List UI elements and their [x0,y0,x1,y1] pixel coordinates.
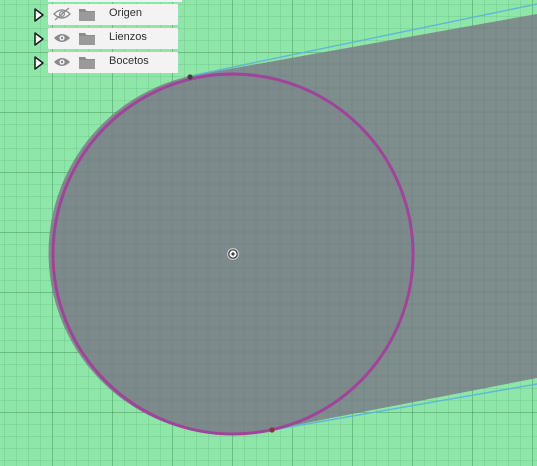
browser-node-label: Bocetos [109,55,149,67]
folder-icon [79,33,95,45]
browser-node-lienzos[interactable]: Lienzos [28,28,188,49]
folder-icon [79,57,95,69]
expand-triangle-icon[interactable] [32,31,46,47]
expand-triangle-icon[interactable] [32,7,46,23]
browser-node-origen[interactable]: Origen [28,4,188,25]
browser-node-pill[interactable]: Origen [48,4,178,25]
browser-node-pill[interactable]: Bocetos [48,52,178,73]
expand-triangle-icon[interactable] [32,55,46,71]
tangent-point-top[interactable] [187,74,193,80]
center-point-icon[interactable] [227,248,239,260]
browser-node-pill[interactable]: Lienzos [48,28,178,49]
eye-hidden-icon[interactable] [53,7,71,21]
browser-top-edge [48,0,182,2]
eye-icon[interactable] [53,31,71,45]
browser-node-label: Lienzos [109,31,147,43]
browser-node-bocetos[interactable]: Bocetos [28,52,188,73]
folder-icon [79,9,95,21]
browser-node-label: Origen [109,7,143,19]
tangent-point-bottom[interactable] [269,427,275,433]
eye-icon[interactable] [53,55,71,69]
